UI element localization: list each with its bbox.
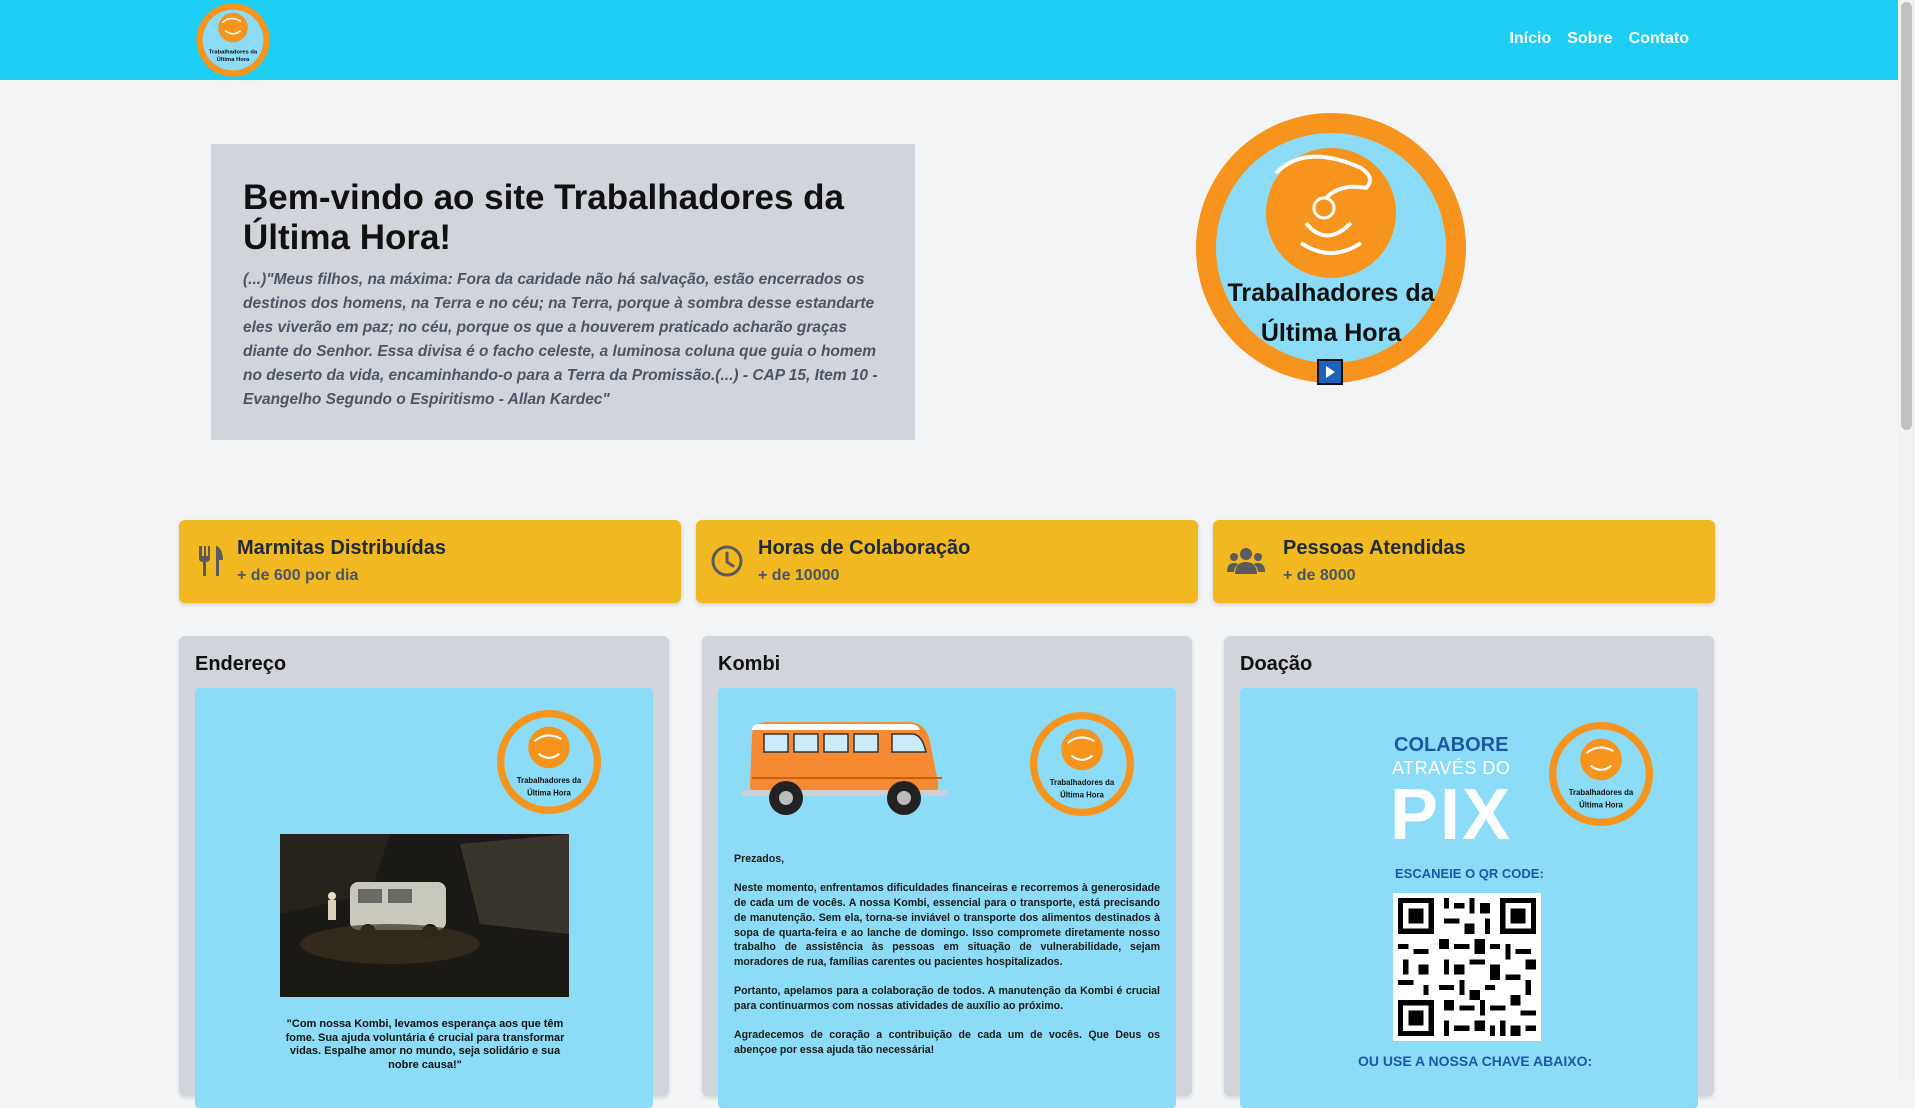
svg-text:Trabalhadores da: Trabalhadores da: [1227, 279, 1435, 307]
stat-marmitas: Marmitas Distribuídas + de 600 por dia: [179, 520, 681, 603]
svg-text:Última Hora: Última Hora: [1261, 317, 1402, 347]
card-doacao: Doação COLABORE ATRAVÉS DO PIX Trabalhad…: [1224, 636, 1714, 1108]
pix-logo-text: PIX: [1390, 775, 1513, 855]
pix-key-label: OU USE A NOSSA CHAVE ABAIXO:: [1358, 1053, 1593, 1069]
stat-title: Pessoas Atendidas: [1283, 537, 1466, 559]
svg-text:Última Hora: Última Hora: [1060, 790, 1104, 799]
stat-value: + de 8000: [1283, 567, 1356, 584]
play-icon: [1326, 366, 1335, 378]
users-icon: [1227, 548, 1265, 574]
nav-link-sobre[interactable]: Sobre: [1567, 30, 1612, 48]
svg-text:Última Hora: Última Hora: [527, 788, 571, 797]
svg-text:Trabalhadores da: Trabalhadores da: [1050, 778, 1115, 787]
letter-paragraph: Portanto, apelamos para a colaboração de…: [734, 985, 1160, 1012]
card-title: Kombi: [718, 653, 781, 675]
svg-text:Última Hora: Última Hora: [217, 56, 251, 63]
stat-value: + de 10000: [758, 567, 840, 584]
svg-text:Trabalhadores da: Trabalhadores da: [209, 49, 258, 55]
welcome-box: Bem-vindo ao site Trabalhadores da Últim…: [211, 144, 915, 440]
card-image-endereco: Trabalhadores da Última Hora "Com nossa …: [195, 688, 653, 1108]
kombi-van-image: [742, 722, 948, 815]
letter-paragraph: Agradecemos de coração a contribuição de…: [734, 1029, 1160, 1057]
nav-link-contato[interactable]: Contato: [1629, 30, 1689, 48]
card-endereco: Endereço Trabalhadores da Última Hora "C…: [179, 636, 669, 1108]
svg-text:Trabalhadores da: Trabalhadores da: [1569, 788, 1634, 797]
stat-value: + de 600 por dia: [237, 567, 359, 584]
letter-paragraph: Neste momento, enfrentamos dificuldades …: [734, 882, 1160, 968]
card-kombi: Kombi Trabalhadores da Última Hora Preza…: [702, 636, 1192, 1108]
stat-title: Marmitas Distribuídas: [237, 537, 446, 559]
stat-title: Horas de Colaboração: [758, 537, 971, 559]
pix-qr-code: [1393, 893, 1541, 1041]
card-title: Doação: [1240, 653, 1313, 675]
play-audio-button[interactable]: [1317, 359, 1343, 385]
kombi-night-photo: [280, 834, 569, 997]
card-logo: Trabalhadores da Última Hora: [497, 710, 601, 814]
card-title: Endereço: [195, 653, 287, 675]
letter-greeting: Prezados,: [734, 853, 785, 865]
clock-icon: [711, 545, 743, 577]
main-nav: Início Sobre Contato: [1509, 30, 1689, 48]
pix-colabore-text: COLABORE: [1394, 734, 1509, 756]
card-image-kombi: Trabalhadores da Última Hora Prezados, N…: [718, 688, 1176, 1108]
pix-scan-label: ESCANEIE O QR CODE:: [1395, 866, 1544, 881]
page-title: Bem-vindo ao site Trabalhadores da Últim…: [243, 178, 844, 257]
scrollbar-thumb[interactable]: [1901, 2, 1912, 430]
svg-text:Trabalhadores da: Trabalhadores da: [517, 776, 582, 785]
card-logo: Trabalhadores da Última Hora: [1030, 712, 1134, 816]
top-navbar: Trabalhadores da Última Hora Início Sobr…: [0, 0, 1898, 80]
kombi-letter: Prezados, Neste momento, enfrentamos dif…: [734, 852, 1160, 1072]
kombi-quote: "Com nossa Kombi, levamos esperança aos …: [285, 1018, 565, 1071]
kardec-quote: (...)"Meus filhos, na máxima: Fora da ca…: [243, 271, 878, 408]
stat-horas: Horas de Colaboração + de 10000: [696, 520, 1198, 603]
hero-logo: Trabalhadores da Última Hora: [1196, 113, 1466, 383]
site-logo[interactable]: Trabalhadores da Última Hora: [194, 1, 272, 79]
card-image-doacao: COLABORE ATRAVÉS DO PIX Trabalhadores da…: [1240, 688, 1698, 1108]
page-scrollbar[interactable]: [1898, 0, 1915, 1080]
svg-text:Última Hora: Última Hora: [1579, 800, 1623, 809]
nav-link-inicio[interactable]: Início: [1509, 30, 1551, 48]
stat-pessoas: Pessoas Atendidas + de 8000: [1213, 520, 1715, 603]
card-logo: Trabalhadores da Última Hora: [1549, 722, 1653, 826]
utensils-icon: [199, 546, 223, 576]
